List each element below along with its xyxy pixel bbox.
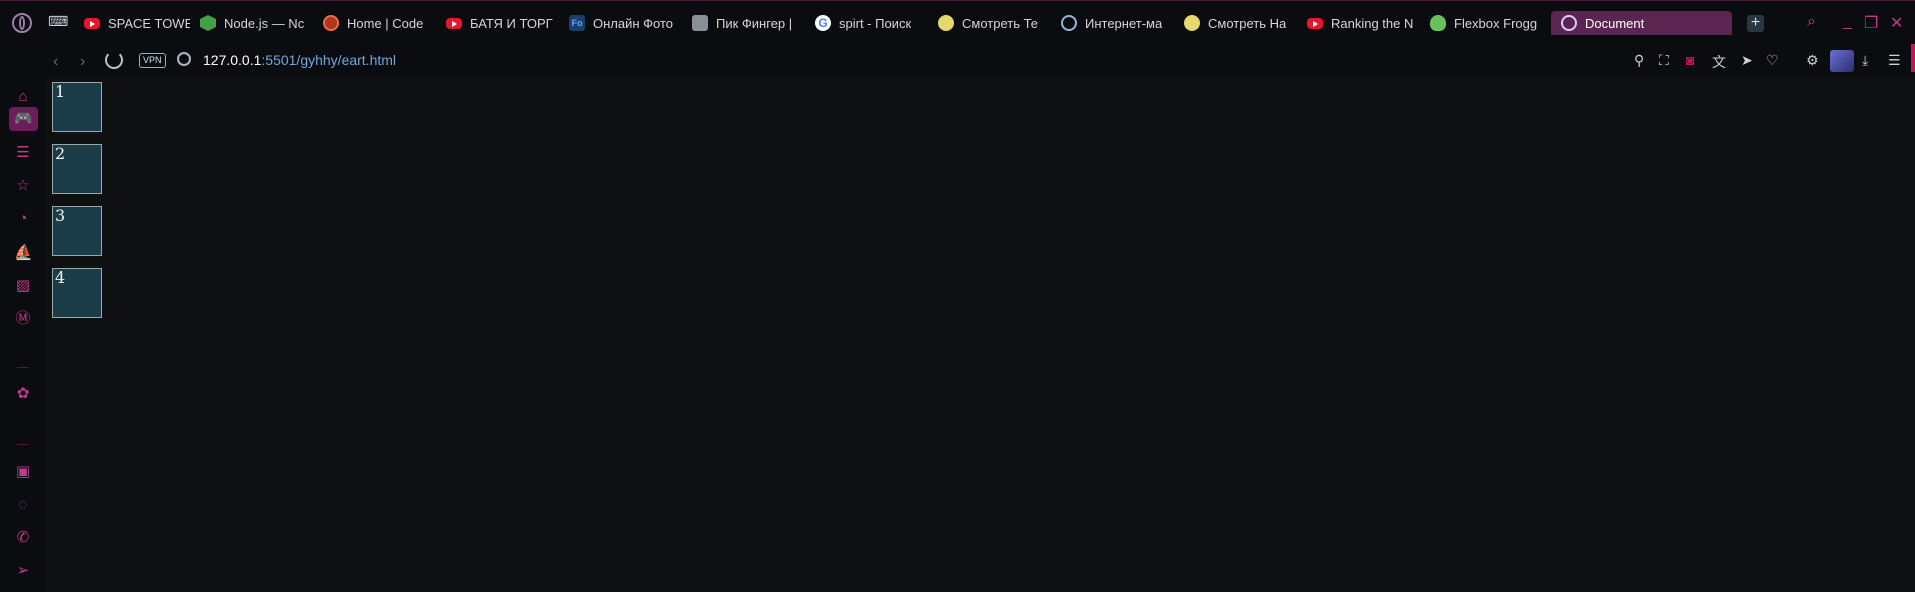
m-icon[interactable]: Ⓜ — [14, 310, 32, 328]
anime-icon — [938, 15, 954, 31]
page-icon — [692, 15, 708, 31]
chatgpt-icon[interactable]: ✿ — [14, 385, 32, 403]
list-icon[interactable]: ☰ — [14, 144, 32, 162]
close-icon[interactable]: ✕ — [1890, 13, 1903, 33]
twitch-icon[interactable]: ▣ — [14, 463, 32, 481]
tab[interactable]: Home | Code — [313, 11, 436, 35]
gamepad-icon[interactable]: 🎮 — [9, 107, 38, 131]
sidebar: ⌂ 🎮 ☰ ☆ ◔ ⛵ ▨ Ⓜ ✿ ▣ ◌ ✆ ➢ — [0, 78, 46, 592]
tab[interactable]: Ranking the N — [1297, 11, 1420, 35]
tab-label: Онлайн Фото — [593, 15, 674, 31]
divider — [17, 367, 29, 368]
tab[interactable]: Fo Онлайн Фото — [559, 11, 682, 35]
tab[interactable]: Интернет-ма — [1051, 11, 1174, 35]
messenger-icon[interactable]: ◌ — [14, 496, 32, 514]
pocket-icon[interactable]: ◙ — [1686, 52, 1694, 68]
pin-icon[interactable]: ⚲ — [1634, 52, 1644, 69]
search-tabs-icon[interactable]: ⌕ — [1807, 13, 1816, 31]
extensions-icon[interactable]: ⚙ — [1806, 52, 1819, 69]
accent-strip — [1911, 44, 1915, 72]
heart-icon[interactable]: ♡ — [1766, 52, 1779, 69]
new-tab-button[interactable]: + — [1747, 15, 1764, 32]
box-2: 2 — [52, 144, 102, 194]
url-path: :5501/gyhhy/eart.html — [261, 52, 397, 68]
google-icon: G — [815, 15, 831, 31]
site-info-icon[interactable] — [177, 52, 191, 66]
address-bar: ‹ › VPN 127.0.0.1:5501/gyhhy/eart.html ⚲… — [0, 44, 1915, 78]
tab[interactable]: Смотреть На — [1174, 11, 1297, 35]
tab[interactable]: SPACE TOWE — [74, 11, 190, 35]
globe-icon — [1061, 15, 1077, 31]
tab[interactable]: БАТЯ И ТОРГ — [436, 11, 559, 35]
divider — [17, 444, 29, 445]
box-3: 3 — [52, 206, 102, 256]
back-icon[interactable]: ‹ — [53, 53, 58, 71]
tab-label: spirt - Поиск — [839, 15, 912, 31]
tab-label: Смотреть На — [1208, 15, 1287, 31]
tab[interactable]: Node.js — Nc — [190, 11, 313, 35]
tab-label: Node.js — Nc — [224, 15, 305, 31]
send-icon[interactable]: ➤ — [1741, 52, 1753, 69]
tab-label: Home | Code — [347, 15, 424, 31]
tabs: SPACE TOWE Node.js — Nc Home | Code БАТЯ… — [46, 11, 1732, 35]
restore-icon[interactable]: ❐ — [1864, 13, 1878, 33]
snapshot-icon[interactable]: ⛶ — [1659, 52, 1669, 69]
url-host: 127.0.0.1 — [203, 52, 262, 68]
tab-active[interactable]: Document — [1551, 11, 1732, 35]
fotor-icon: Fo — [569, 15, 585, 31]
tab-label: Смотреть Те — [962, 15, 1039, 31]
tab-label: Ranking the N — [1331, 15, 1414, 31]
tab[interactable]: G spirt - Поиск — [805, 11, 928, 35]
telegram-icon[interactable]: ➢ — [14, 562, 32, 580]
globe-icon — [1561, 15, 1577, 31]
wallpaper-icon[interactable]: ▨ — [14, 277, 32, 295]
forward-icon[interactable]: › — [80, 53, 85, 71]
page-content: 1 2 3 4 — [46, 78, 1915, 592]
vpn-badge[interactable]: VPN — [139, 53, 166, 68]
tab[interactable]: Смотреть Те — [928, 11, 1051, 35]
box-4: 4 — [52, 268, 102, 318]
download-icon[interactable]: ⤓ — [1862, 52, 1868, 69]
tab-label: Flexbox Frogg — [1454, 15, 1538, 31]
anime-icon — [1184, 15, 1200, 31]
nodejs-icon — [200, 15, 216, 31]
speed-dial-icon[interactable]: ◔ — [14, 210, 32, 228]
tab-label: Интернет-ма — [1085, 15, 1163, 31]
avatar[interactable] — [1830, 50, 1854, 72]
tab-strip: ⌨ SPACE TOWE Node.js — Nc Home | Code БА… — [0, 0, 1915, 45]
minimize-icon[interactable]: _ — [1843, 13, 1852, 31]
tab-label: SPACE TOWE — [108, 15, 190, 31]
opera-menu-icon[interactable] — [12, 13, 32, 33]
tab-label: Пик Фингер | — [716, 15, 793, 31]
box-1: 1 — [52, 82, 102, 132]
ship-icon[interactable]: ⛵ — [14, 244, 33, 262]
url-field[interactable]: 127.0.0.1:5501/gyhhy/eart.html — [203, 52, 396, 68]
youtube-icon — [84, 17, 100, 29]
codewars-icon — [323, 15, 339, 31]
easy-setup-icon[interactable]: ☰ — [1888, 52, 1901, 69]
star-icon[interactable]: ☆ — [14, 177, 32, 195]
tab-label: Document — [1585, 15, 1645, 31]
tab[interactable]: Пик Фингер | — [682, 11, 805, 35]
tab-label: БАТЯ И ТОРГ — [470, 15, 553, 31]
translate-icon[interactable]: 文 — [1712, 52, 1726, 72]
reload-icon[interactable] — [105, 51, 123, 69]
youtube-icon — [1307, 17, 1323, 29]
home-icon[interactable]: ⌂ — [14, 88, 32, 106]
frog-icon — [1430, 15, 1446, 31]
youtube-icon — [446, 17, 462, 29]
tab[interactable]: Flexbox Frogg — [1420, 11, 1543, 35]
whatsapp-icon[interactable]: ✆ — [14, 529, 32, 547]
